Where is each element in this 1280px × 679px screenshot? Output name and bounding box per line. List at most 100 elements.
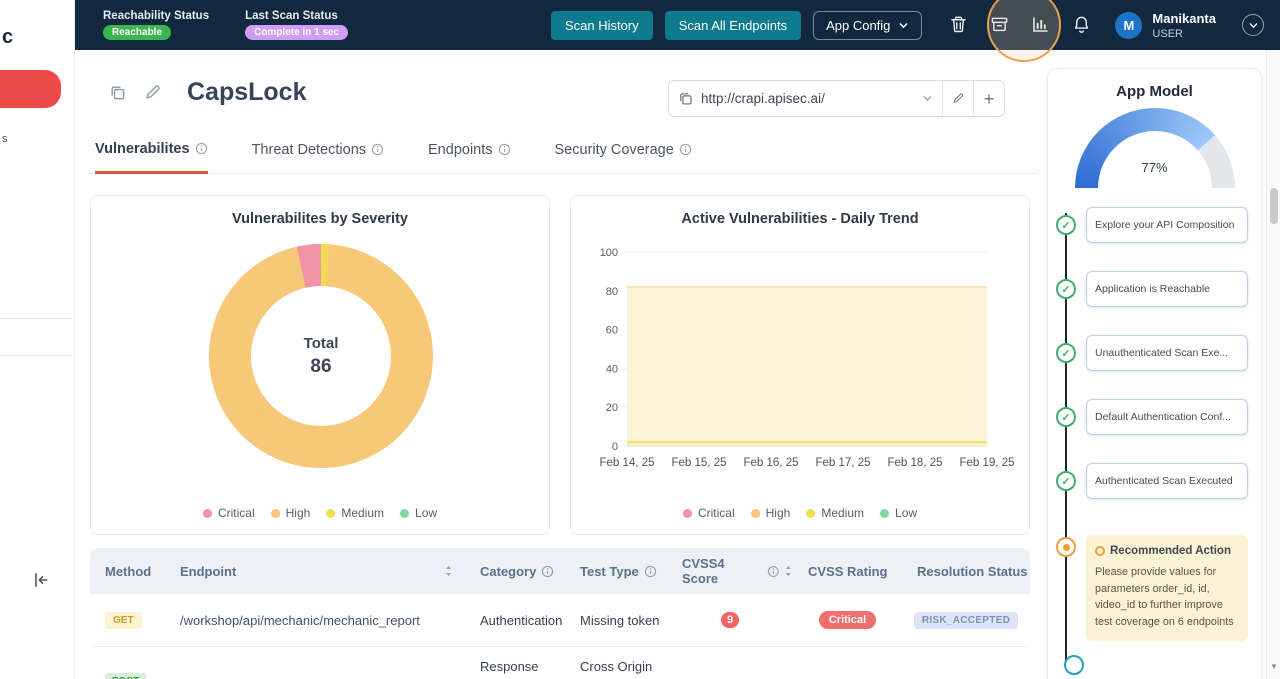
sidebar-item-fragment: s xyxy=(2,133,8,145)
app-model-step[interactable]: Explore your API Composition xyxy=(1086,207,1248,243)
svg-text:80: 80 xyxy=(606,286,618,298)
archive-box-icon xyxy=(990,15,1009,34)
delete-button[interactable] xyxy=(948,15,968,35)
app-config-button[interactable]: App Config xyxy=(813,11,922,40)
page-scrollbar: ▼ xyxy=(1266,50,1280,679)
donut-total-value: 86 xyxy=(310,356,331,378)
pencil-icon xyxy=(952,91,964,106)
tab-security-coverage[interactable]: Security Coverage xyxy=(555,138,692,173)
scrollbar-down-arrow[interactable]: ▼ xyxy=(1267,662,1280,671)
app-model-step-row: ✓ Authenticated Scan Executed xyxy=(1056,449,1249,513)
scrollbar-thumb[interactable] xyxy=(1270,188,1278,224)
bell-icon xyxy=(1072,15,1091,34)
legend-low: Low xyxy=(880,506,917,520)
bar-chart-icon xyxy=(1031,15,1050,34)
app-model-timeline: ✓Explore your API Composition✓Applicatio… xyxy=(1048,193,1261,675)
recommended-action-body: Please provide values for parameters ord… xyxy=(1095,564,1239,631)
table-row[interactable]: GET/workshop/api/mechanic/mechanic_repor… xyxy=(90,594,1030,647)
copy-icon xyxy=(678,91,693,106)
step-check-icon: ✓ xyxy=(1056,407,1076,427)
column-header-endpoint[interactable]: Endpoint xyxy=(165,548,465,594)
info-icon xyxy=(644,565,657,578)
legend-critical: Critical xyxy=(203,506,255,520)
info-icon xyxy=(541,565,554,578)
sidebar-selected-app[interactable] xyxy=(0,70,61,108)
app-title-row: CapsLock xyxy=(108,78,306,107)
severity-donut[interactable]: Total 86 xyxy=(209,244,433,468)
app-model-step[interactable]: Application is Reachable xyxy=(1086,271,1248,307)
legend-medium: Medium xyxy=(326,506,384,520)
column-header-cvss4-score[interactable]: CVSS4 Score xyxy=(667,548,793,594)
sidebar-collapse-button[interactable] xyxy=(32,571,54,593)
column-header-cvss-rating: CVSS Rating xyxy=(793,548,902,594)
app-model-step[interactable]: Authenticated Scan Executed xyxy=(1086,463,1248,499)
gauge-percent: 77% xyxy=(1075,160,1235,175)
trend-chart-title: Active Vulnerabilities - Daily Trend xyxy=(571,211,1029,227)
edit-url-button[interactable] xyxy=(943,81,973,116)
base-url-select[interactable]: http://crapi.apisec.ai/ xyxy=(669,81,942,116)
chevron-down-icon xyxy=(898,20,909,31)
table-header-row: MethodEndpointCategoryTest TypeCVSS4 Sco… xyxy=(90,548,1030,594)
table-body: GET/workshop/api/mechanic/mechanic_repor… xyxy=(90,594,1030,679)
sidebar-divider xyxy=(0,355,75,356)
next-step-marker xyxy=(1064,655,1084,675)
severity-chart-title: Vulnerabilites by Severity xyxy=(91,211,549,227)
step-check-icon: ✓ xyxy=(1056,343,1076,363)
notifications-button[interactable] xyxy=(1071,15,1091,35)
sidebar-logo-fragment: c xyxy=(2,26,13,49)
column-header-method: Method xyxy=(90,548,165,594)
user-menu-button[interactable] xyxy=(1242,14,1264,36)
app-model-step-row: ✓Explore your API Composition xyxy=(1056,193,1249,257)
legend-medium: Medium xyxy=(806,506,864,520)
app-model-panel: App Model 77% ✓Explore your API Composit… xyxy=(1047,68,1262,679)
donut-center: Total 86 xyxy=(251,286,391,426)
reports-button[interactable] xyxy=(1030,15,1050,35)
recommended-action: Recommended Action Please provide values… xyxy=(1056,535,1249,641)
recommended-action-title: Recommended Action xyxy=(1110,545,1231,557)
category-cell: Authentication xyxy=(465,594,565,646)
archive-button[interactable] xyxy=(989,15,1009,35)
tab-vulnerabilites[interactable]: Vulnerabilites xyxy=(95,138,208,174)
svg-text:100: 100 xyxy=(600,247,618,259)
table-row[interactable]: POSTResponseCross Origin xyxy=(90,647,1030,679)
scan-all-endpoints-button[interactable]: Scan All Endpoints xyxy=(665,11,801,40)
copy-app-button[interactable] xyxy=(108,84,126,102)
test-type-cell: Missing token xyxy=(565,594,667,646)
donut-total-label: Total xyxy=(304,335,339,352)
sidebar-divider xyxy=(0,318,75,319)
reachability-badge: Reachable xyxy=(103,25,171,40)
recommended-action-marker xyxy=(1056,537,1076,557)
scan-history-button[interactable]: Scan History xyxy=(551,11,653,40)
endpoint-cell: /workshop/api/mechanic/mechanic_report xyxy=(180,613,420,628)
step-check-icon: ✓ xyxy=(1056,471,1076,491)
edit-app-button[interactable] xyxy=(143,84,161,102)
app-model-step-row: ✓ Default Authentication Conf... xyxy=(1056,385,1249,449)
legend-low: Low xyxy=(400,506,437,520)
app-model-step[interactable]: Default Authentication Conf... xyxy=(1086,399,1248,435)
sort-icon[interactable] xyxy=(784,565,793,577)
svg-text:Feb 19, 25: Feb 19, 25 xyxy=(960,457,1015,469)
svg-text:20: 20 xyxy=(606,402,618,414)
info-icon xyxy=(679,143,692,156)
app-model-step-row: ✓Application is Reachable xyxy=(1056,257,1249,321)
svg-text:40: 40 xyxy=(606,363,618,375)
info-icon xyxy=(767,565,780,578)
user-avatar[interactable]: M xyxy=(1115,12,1142,39)
app-model-step[interactable]: Unauthenticated Scan Exe... xyxy=(1086,335,1248,371)
sort-icon[interactable] xyxy=(444,565,453,577)
severity-chart-card: Vulnerabilites by Severity Total 86 Crit… xyxy=(90,195,550,535)
last-scan-status: Last Scan Status Complete in 1 sec xyxy=(245,10,348,40)
trash-icon xyxy=(949,15,968,34)
resolution-badge: RISK_ACCEPTED xyxy=(914,612,1018,629)
svg-text:Feb 17, 25: Feb 17, 25 xyxy=(816,457,871,469)
svg-text:Feb 18, 25: Feb 18, 25 xyxy=(888,457,943,469)
tab-endpoints[interactable]: Endpoints xyxy=(428,138,511,173)
legend-high: High xyxy=(271,506,311,520)
recommended-action-card[interactable]: Recommended Action Please provide values… xyxy=(1086,535,1248,641)
method-badge: POST xyxy=(105,673,146,679)
add-url-button[interactable]: + xyxy=(974,81,1004,116)
tab-threat-detections[interactable]: Threat Detections xyxy=(252,138,384,173)
user-role: USER xyxy=(1152,28,1216,40)
legend-critical: Critical xyxy=(683,506,735,520)
svg-text:Feb 16, 25: Feb 16, 25 xyxy=(744,457,799,469)
